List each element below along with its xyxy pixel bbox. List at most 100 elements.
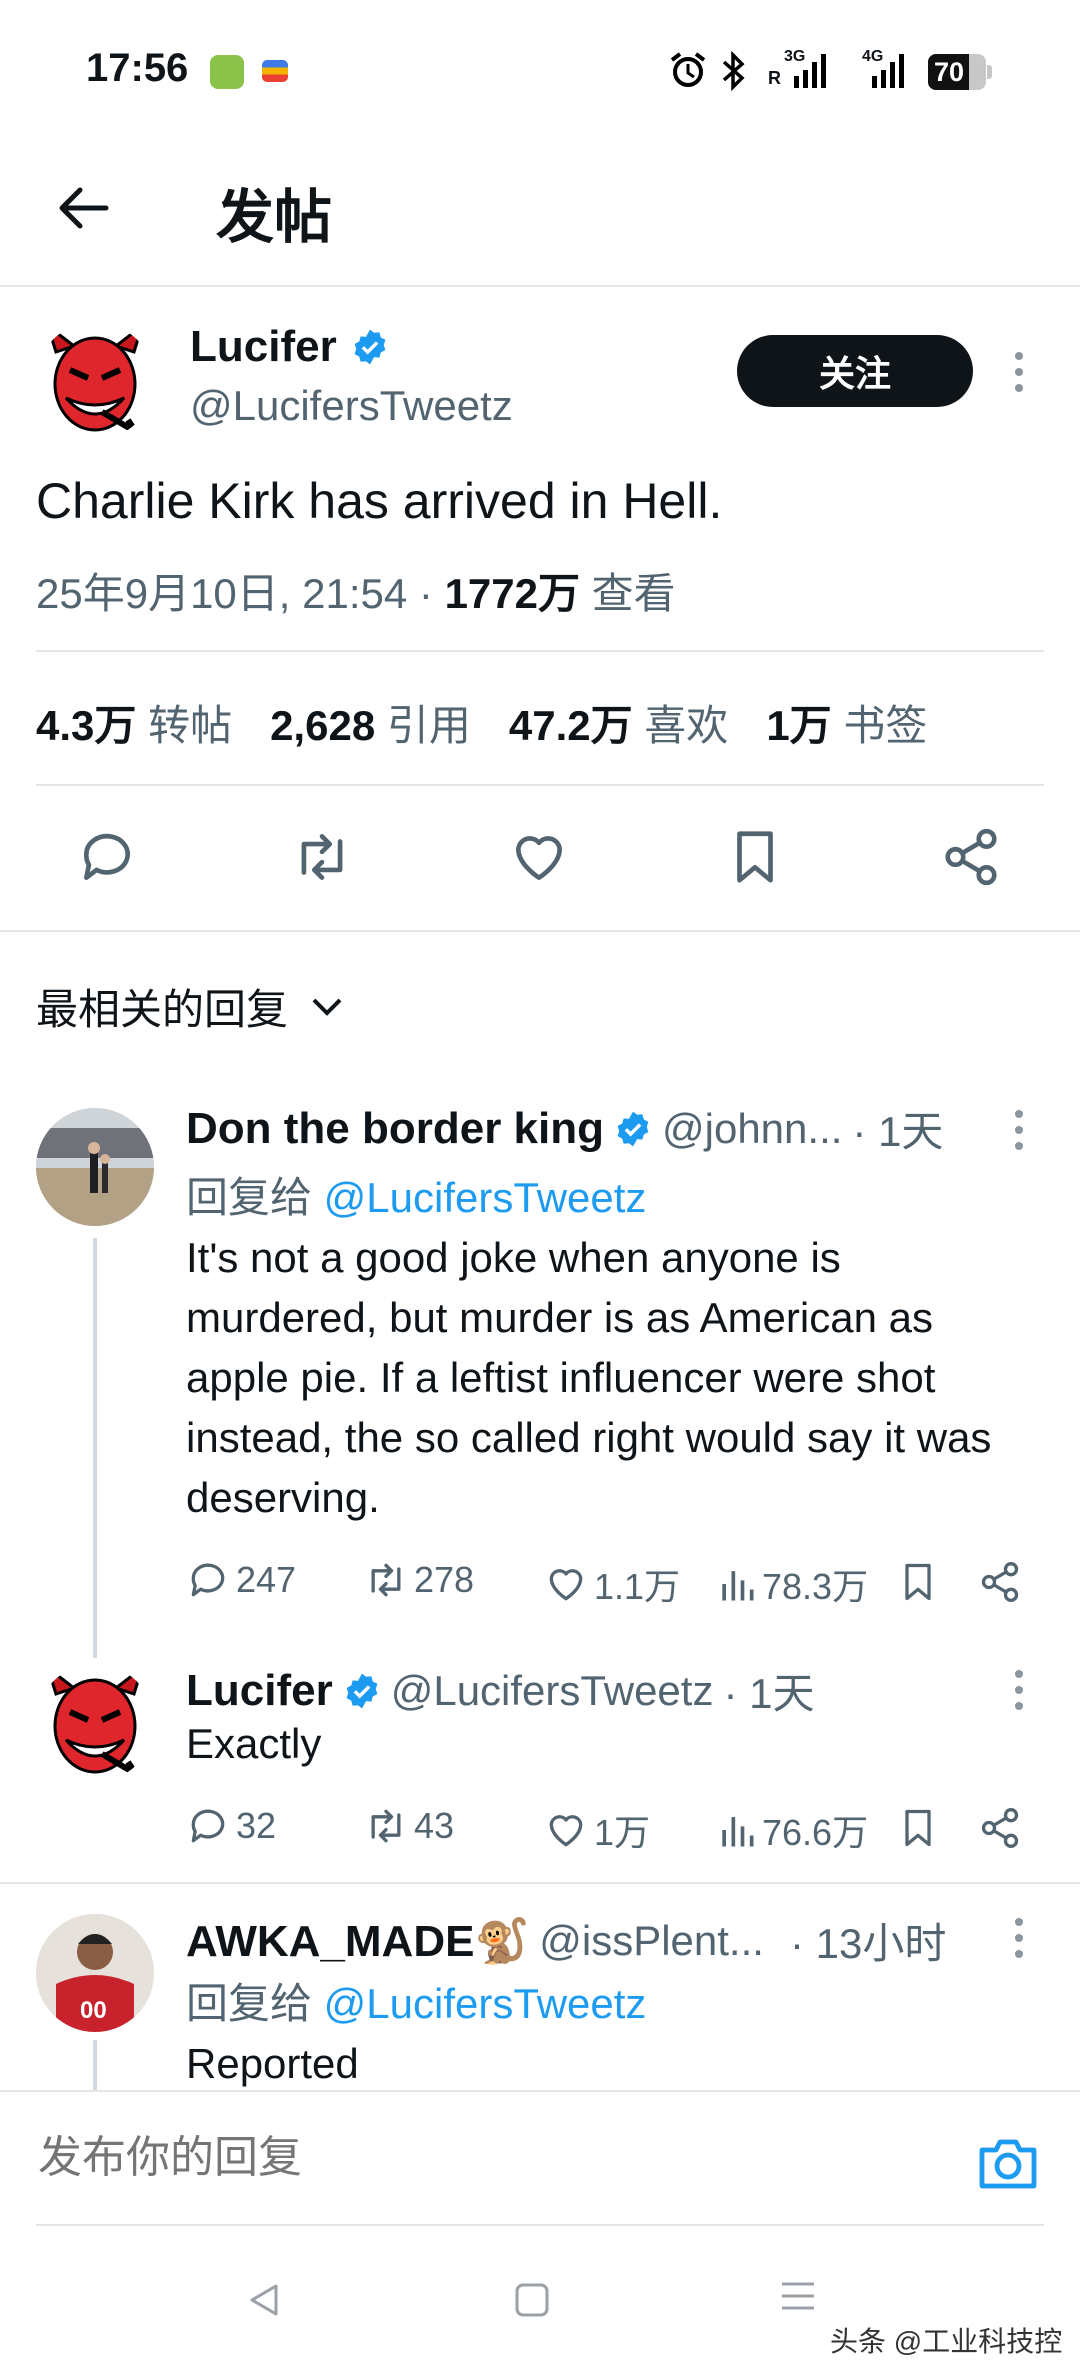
reply-to-link[interactable]: @LucifersTweetz xyxy=(324,1174,647,1221)
thread-line xyxy=(93,2040,97,2090)
reply-text: Reported xyxy=(186,2040,359,2087)
bookmark-icon[interactable] xyxy=(896,1560,940,1604)
share-icon[interactable] xyxy=(978,1806,1022,1850)
status-time: 17:56 xyxy=(86,46,189,90)
message-app-icon xyxy=(210,55,244,89)
back-arrow-icon[interactable] xyxy=(54,180,110,236)
share-icon[interactable] xyxy=(978,1560,1022,1604)
bluetooth-icon xyxy=(720,50,748,92)
signal-bars-1-icon xyxy=(790,52,832,90)
divider xyxy=(36,650,1044,652)
verified-badge-icon xyxy=(351,328,389,366)
system-nav-bar: 头条 @工业科技控 xyxy=(0,2228,1080,2373)
reply-likes[interactable]: 1.1万 xyxy=(544,1558,680,1610)
reply-author-name[interactable]: Don the border king xyxy=(186,1104,604,1154)
thread-line xyxy=(93,1238,97,1658)
post-text: Charlie Kirk has arrived in Hell. xyxy=(36,473,723,529)
more-options-icon[interactable] xyxy=(1012,1108,1026,1152)
sort-label: 最相关的回复 xyxy=(36,986,289,1033)
reply-to-prefix: 回复给 xyxy=(186,1174,324,1221)
view-count: 76.6万 xyxy=(762,1812,869,1853)
reply-author-handle[interactable]: @johnn... xyxy=(662,1105,842,1153)
reply-reposts[interactable]: 278 xyxy=(364,1558,474,1602)
repost-icon xyxy=(364,1804,408,1848)
page-title: 发帖 xyxy=(216,185,333,250)
svg-text:00: 00 xyxy=(80,1997,107,2024)
avatar-lucifer[interactable] xyxy=(36,1664,154,1782)
reply-text: Exactly xyxy=(186,1720,322,1767)
stat-bookmarks[interactable]: 1万 书签 xyxy=(766,692,927,753)
comment-count: 247 xyxy=(236,1559,297,1600)
verified-badge-icon xyxy=(614,1110,652,1148)
reply-time: · 13小时 xyxy=(789,1920,947,1967)
engagement-stats: 4.3万 转帖 2,628 引用 47.2万 喜欢 1万 书签 xyxy=(36,692,927,753)
reply-input[interactable] xyxy=(36,2122,940,2194)
share-icon[interactable] xyxy=(940,826,1002,888)
more-options-icon[interactable] xyxy=(1012,1668,1026,1712)
like-count: 1万 xyxy=(594,1812,651,1853)
verified-badge-icon xyxy=(343,1672,381,1710)
reply-to-prefix: 回复给 xyxy=(186,1980,324,2027)
reply-author-name[interactable]: AWKA_MADE🐒 xyxy=(186,1915,529,1967)
reply-views[interactable]: 76.6万 xyxy=(718,1804,868,1856)
stat-quotes[interactable]: 2,628 引用 xyxy=(270,692,471,753)
post-views-count: 1772万 xyxy=(444,570,580,617)
comment-count: 32 xyxy=(236,1805,277,1846)
divider xyxy=(36,2224,1044,2226)
repost-icon[interactable] xyxy=(290,826,354,888)
reply-to-link[interactable]: @LucifersTweetz xyxy=(324,1980,647,2027)
like-count: 1.1万 xyxy=(594,1566,681,1607)
bookmark-icon[interactable] xyxy=(896,1806,940,1850)
status-bar: 17:56 3G R 4G 70 xyxy=(0,0,1080,140)
analytics-bars-icon xyxy=(718,1808,756,1852)
avatar-lucifer[interactable] xyxy=(36,322,154,440)
stat-likes[interactable]: 47.2万 喜欢 xyxy=(509,692,728,753)
header: 发帖 xyxy=(0,140,1080,286)
author-name[interactable]: Lucifer xyxy=(190,322,337,372)
divider xyxy=(0,1882,1080,1884)
repost-count: 278 xyxy=(414,1559,475,1600)
more-options-icon[interactable] xyxy=(1012,1916,1026,1960)
reply-author-name[interactable]: Lucifer xyxy=(186,1666,333,1716)
reply-likes[interactable]: 1万 xyxy=(544,1804,650,1856)
reply-icon xyxy=(186,1804,230,1848)
reply-comments[interactable]: 32 xyxy=(186,1804,276,1848)
reply-icon xyxy=(186,1558,230,1602)
wallet-app-icon xyxy=(262,60,288,82)
reply-comments[interactable]: 247 xyxy=(186,1558,296,1602)
reply-views[interactable]: 78.3万 xyxy=(718,1558,868,1610)
camera-icon[interactable] xyxy=(978,2136,1038,2190)
reply-author-handle[interactable]: @LucifersTweetz xyxy=(391,1667,714,1715)
more-options-icon[interactable] xyxy=(1012,350,1026,394)
battery-indicator: 70 xyxy=(928,54,992,90)
repost-icon xyxy=(364,1558,408,1602)
author-handle[interactable]: @LucifersTweetz xyxy=(190,382,513,430)
nav-home-icon[interactable] xyxy=(512,2280,552,2320)
reply-text: It's not a good joke when anyone is murd… xyxy=(186,1234,992,1521)
reply-icon[interactable] xyxy=(76,826,138,888)
roaming-r-label: R xyxy=(768,68,781,88)
follow-button[interactable]: 关注 xyxy=(737,335,973,407)
like-icon[interactable] xyxy=(508,826,570,888)
reply-composer xyxy=(0,2090,1080,2228)
sort-replies-dropdown[interactable]: 最相关的回复 xyxy=(36,976,344,1037)
like-icon xyxy=(544,1562,588,1606)
chevron-down-icon xyxy=(310,996,344,1018)
watermark: 头条 @工业科技控 xyxy=(830,2326,1063,2357)
nav-back-icon[interactable] xyxy=(244,2280,284,2320)
nav-menu-icon[interactable] xyxy=(778,2276,818,2316)
battery-level: 70 xyxy=(934,57,965,87)
bookmark-icon[interactable] xyxy=(724,826,786,888)
reply-author-handle[interactable]: @issPlent... xyxy=(539,1917,764,1965)
divider xyxy=(36,784,1044,786)
header-divider xyxy=(0,285,1080,287)
like-icon xyxy=(544,1808,588,1852)
reply-time: · 1天 xyxy=(723,1670,815,1717)
stat-reposts[interactable]: 4.3万 转帖 xyxy=(36,692,232,753)
avatar-don[interactable] xyxy=(36,1108,154,1226)
repost-count: 43 xyxy=(414,1805,455,1846)
reply-reposts[interactable]: 43 xyxy=(364,1804,454,1848)
post-views-label: 查看 xyxy=(580,570,676,617)
analytics-bars-icon xyxy=(718,1562,756,1606)
avatar-awka[interactable]: 00 xyxy=(36,1914,154,2032)
